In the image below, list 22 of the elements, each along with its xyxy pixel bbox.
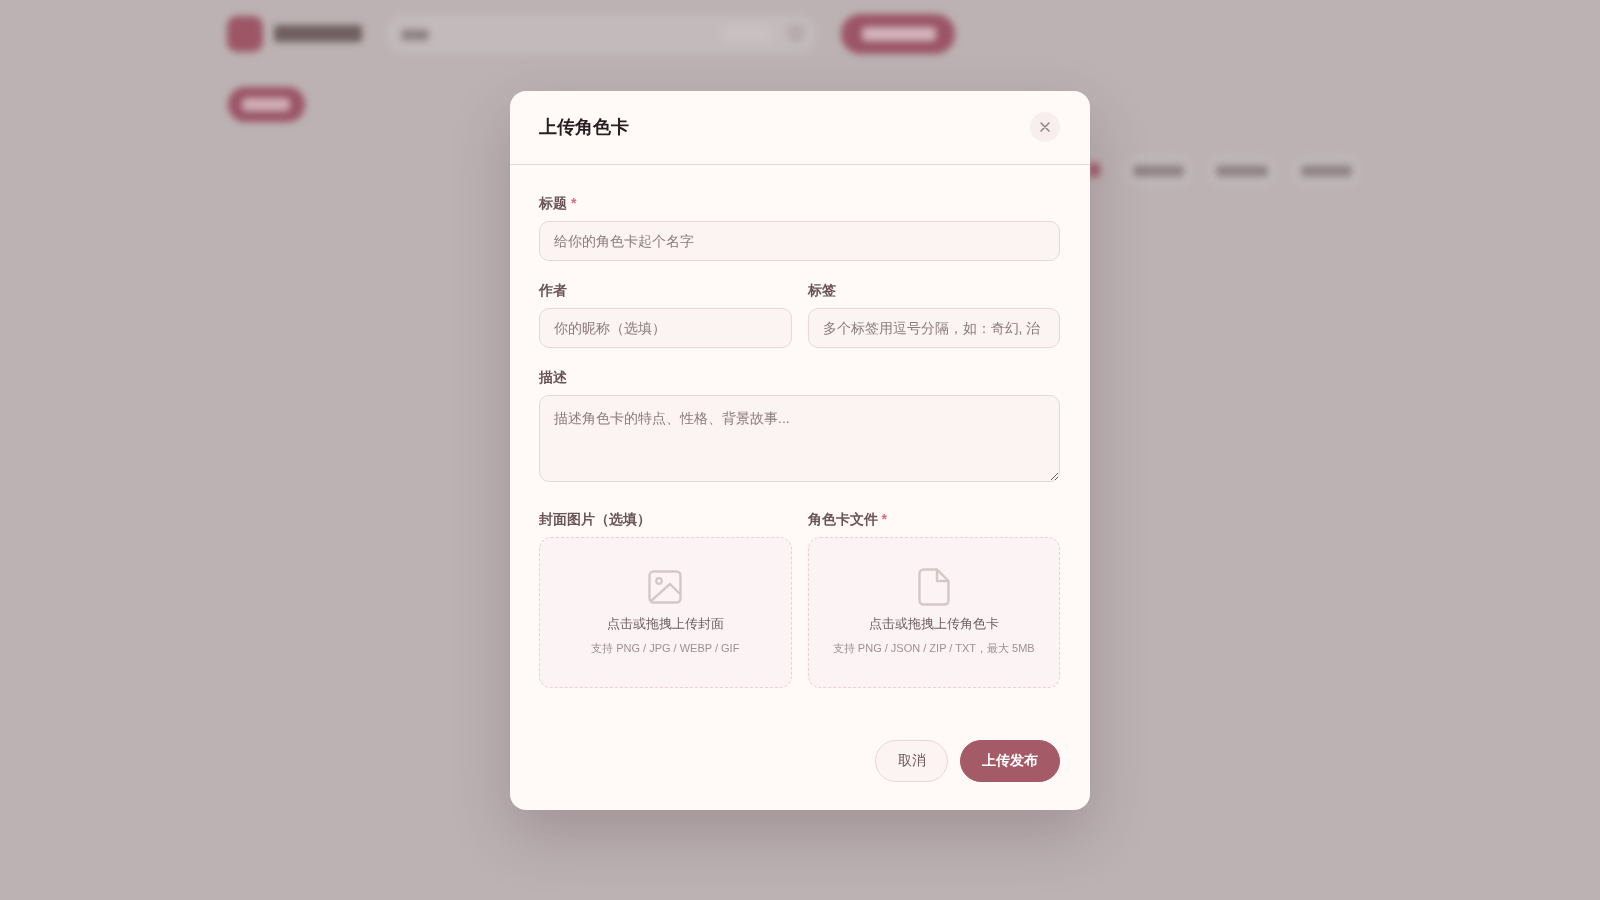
required-mark: *	[571, 193, 577, 213]
multiline-text-field[interactable]: 描述角色卡的特点、性格、背景故事...	[539, 394, 1060, 482]
field-label: 标题	[539, 193, 567, 213]
upload-dropzone[interactable]: 点击或拖拽上传封面 支持 PNG / JPG / WEBP / GIF	[539, 536, 792, 688]
field-label: 角色卡文件	[807, 509, 878, 529]
field-label: 描述	[539, 367, 567, 387]
text-input[interactable]: 你的昵称（选填）	[539, 307, 792, 348]
upload-prompt: 点击或拖拽上传角色卡	[868, 614, 999, 633]
publish-button[interactable]: 上传发布	[960, 739, 1060, 782]
format-hint: 支持 PNG / JSON / ZIP / TXT，最大 5MB	[832, 640, 1035, 655]
field-label: 作者	[539, 280, 567, 300]
image-icon	[648, 569, 683, 604]
upload-dropzone[interactable]: 点击或拖拽上传角色卡 支持 PNG / JSON / ZIP / TXT，最大 5MB	[807, 536, 1060, 688]
text-input[interactable]: 给你的角色卡起个名字	[539, 220, 1060, 261]
field-label: 标签	[807, 280, 836, 300]
field-label: 封面图片（选填）	[539, 509, 651, 529]
upload-prompt: 点击或拖拽上传封面	[606, 614, 724, 633]
cancel-button[interactable]: 取消	[875, 739, 948, 782]
format-hint: 支持 PNG / JPG / WEBP / GIF	[591, 640, 740, 655]
text-input[interactable]: 多个标签用逗号分隔，如：奇幻, 治	[807, 307, 1060, 348]
file-icon	[917, 567, 950, 606]
required-mark: *	[881, 509, 887, 529]
